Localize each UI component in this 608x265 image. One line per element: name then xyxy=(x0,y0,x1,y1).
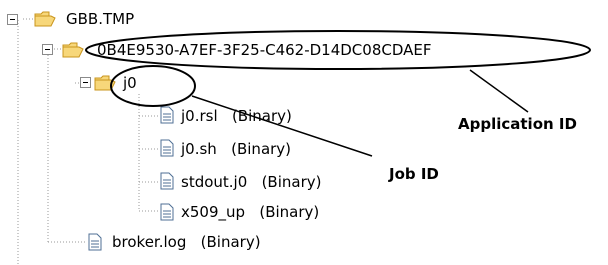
tree-view-figure: GBB.TMP 0B4E9530-A7EF-3F25-C462-D14DC08C… xyxy=(0,0,608,265)
annotation-job-id: Job ID xyxy=(389,165,439,183)
callout-ellipse-job-id xyxy=(110,65,196,107)
annotation-application-id: Application ID xyxy=(458,115,577,133)
callout-ellipse-application-id xyxy=(85,30,591,70)
callout-line-application-id xyxy=(469,69,529,113)
callout-line-job-id xyxy=(191,95,373,157)
